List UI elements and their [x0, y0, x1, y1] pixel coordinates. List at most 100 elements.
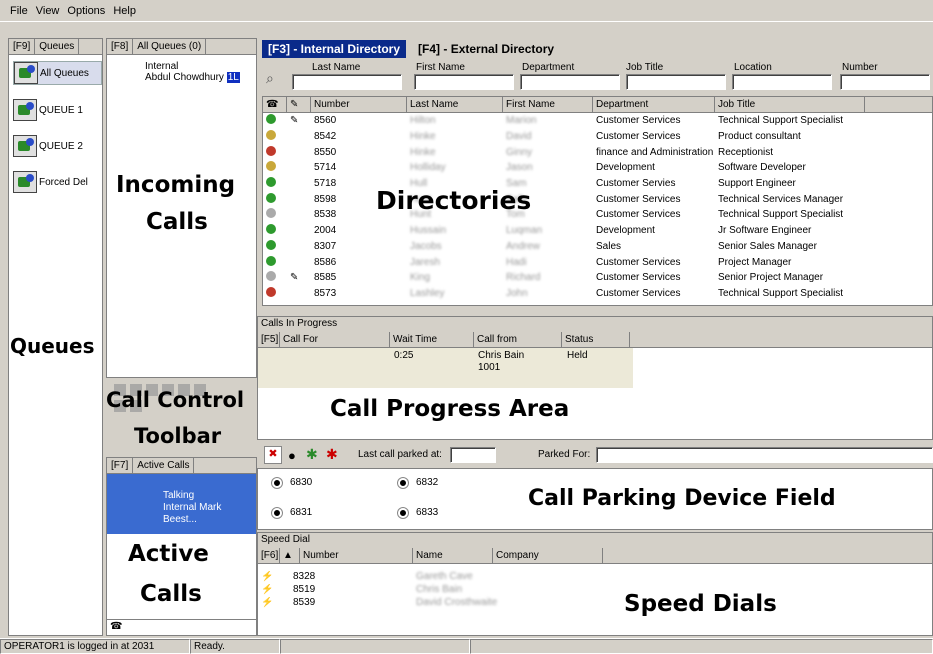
- speed-dial-number: 8539: [293, 597, 316, 608]
- col-call-for[interactable]: Call For: [280, 332, 390, 347]
- col-department[interactable]: Department: [593, 97, 715, 112]
- status-icon: [263, 286, 287, 300]
- active-calls-tab-key[interactable]: [F7]: [107, 458, 134, 473]
- incoming-call-item[interactable]: Internal Abdul Chowdhury 1L: [107, 55, 256, 83]
- last-name-input[interactable]: [292, 74, 402, 90]
- park-call-icon[interactable]: ●: [288, 448, 296, 463]
- search-icon[interactable]: ⌕: [266, 70, 274, 87]
- park-green-icon[interactable]: ✱: [306, 446, 318, 463]
- cell-job-title: Technical Support Specialist: [718, 287, 844, 299]
- col-job-title[interactable]: Job Title: [715, 97, 865, 112]
- park-device-6833[interactable]: 6833: [398, 507, 438, 518]
- col-first-name[interactable]: First Name: [503, 97, 593, 112]
- park-red-icon[interactable]: ✱: [326, 446, 338, 463]
- cell-department: Customer Services: [596, 115, 681, 127]
- col-speed-name[interactable]: Name: [413, 548, 493, 563]
- table-row[interactable]: 8538 Hunt Tom Customer Services Technical Su…: [263, 207, 932, 223]
- table-row[interactable]: ✎ 8585 King Richard Customer Services Senior …: [263, 270, 932, 286]
- status-icon: [263, 208, 287, 221]
- cell-number: 8573: [314, 287, 337, 299]
- park-device-6830[interactable]: 6830: [272, 477, 312, 488]
- tab-external-directory[interactable]: [F4] - External Directory: [412, 40, 560, 58]
- parking-grid-icon[interactable]: ✖: [264, 446, 282, 464]
- call-progress-overlay-label: Call Progress Area: [330, 396, 570, 422]
- col-notes-icon[interactable]: ✎: [287, 97, 311, 112]
- cell-job-title: Senior Project Manager: [718, 272, 824, 284]
- queues-header: [F9] Queues: [9, 39, 102, 55]
- col-wait-time[interactable]: Wait Time: [390, 332, 474, 347]
- notes-icon: ✎: [290, 272, 299, 284]
- tab-internal-directory[interactable]: [F3] - Internal Directory: [262, 40, 407, 58]
- active-calls-overlay-line2: Calls: [140, 581, 202, 607]
- active-call-item[interactable]: Talking Internal Mark Beest...: [107, 474, 256, 534]
- col-number[interactable]: Number: [311, 97, 407, 112]
- cell-first-name: Andrew: [506, 240, 540, 252]
- active-calls-tab-label[interactable]: Active Calls: [133, 458, 195, 473]
- col-status-icon[interactable]: ☎: [263, 97, 287, 112]
- col-speed-company[interactable]: Company: [493, 548, 603, 563]
- incoming-tab-label[interactable]: All Queues (0): [133, 39, 207, 54]
- incoming-tab-key[interactable]: [F8]: [107, 39, 134, 54]
- table-row[interactable]: 8598 Hunt Sally Customer Services Technical …: [263, 191, 932, 207]
- col-sort-icon[interactable]: ▲: [280, 548, 300, 563]
- table-row[interactable]: 2004 Hussain Luqman Development Jr Software …: [263, 223, 932, 239]
- job-title-input[interactable]: [626, 74, 726, 90]
- queues-tab-key[interactable]: [F9]: [9, 39, 36, 54]
- table-row[interactable]: 8542 Hinke David Customer Services Product c…: [263, 129, 932, 145]
- table-row[interactable]: 8550 Hinke Ginny finance and Administration…: [263, 144, 932, 160]
- cell-job-title: Support Engineer: [718, 178, 796, 190]
- col-last-name[interactable]: Last Name: [407, 97, 503, 112]
- col-progress-key[interactable]: [F5]: [258, 332, 280, 347]
- cell-number: 8307: [314, 240, 337, 252]
- list-item[interactable]: ⚡ 8519 Chris Bain: [258, 583, 932, 596]
- col-call-from[interactable]: Call from: [474, 332, 562, 347]
- speed-dial-rows: ⚡ 8328 Gareth Cave ⚡ 8519 Chris Bain ⚡ 8539 Davi…: [258, 564, 932, 609]
- incoming-caller-name: Abdul Chowdhury: [145, 72, 224, 83]
- first-name-input[interactable]: [414, 74, 514, 90]
- table-row[interactable]: ✎ 8560 Hilton Marion Customer Services Techni…: [263, 113, 932, 129]
- list-item[interactable]: ⚡ 8539 David Crosthwaite: [258, 596, 932, 609]
- col-status[interactable]: Status: [562, 332, 630, 347]
- table-row[interactable]: 8307 Jacobs Andrew Sales Senior Sales Manage…: [263, 239, 932, 255]
- table-row[interactable]: 5714 Holliday Jason Development Software Dev…: [263, 160, 932, 176]
- queue-label: QUEUE 2: [39, 140, 83, 152]
- status-icon: [263, 130, 287, 143]
- speed-dial-number: 8328: [293, 571, 316, 582]
- list-item[interactable]: ⚡ 8328 Gareth Cave: [258, 570, 932, 583]
- department-input[interactable]: [520, 74, 620, 90]
- table-row[interactable]: 5718 Hull Sam Customer Servies Support Engin…: [263, 176, 932, 192]
- status-icon: [263, 224, 287, 237]
- queues-tab-label[interactable]: Queues: [35, 39, 80, 54]
- status-empty-1: [280, 639, 470, 654]
- progress-row[interactable]: 0:25 Chris Bain 1001 Held: [258, 348, 633, 388]
- cell-last-name: Jacobs: [410, 240, 442, 252]
- table-row[interactable]: 8573 Lashley John Customer Services Technica…: [263, 286, 932, 302]
- col-speed-number[interactable]: Number: [300, 548, 413, 563]
- incoming-overlay-line2: Calls: [146, 209, 208, 235]
- menu-view[interactable]: View: [36, 5, 60, 17]
- queue-item-2[interactable]: QUEUE 2: [13, 135, 102, 157]
- cell-number: 8560: [314, 115, 337, 127]
- queue-item-1[interactable]: QUEUE 1: [13, 99, 102, 121]
- cell-last-name: Jaresh: [410, 256, 441, 268]
- table-row[interactable]: 8586 Jaresh Hadi Customer Services Project M…: [263, 254, 932, 270]
- queue-item-forced-del[interactable]: Forced Del: [13, 171, 102, 193]
- incoming-badge: 1L: [226, 72, 240, 83]
- progress-status: Held: [567, 350, 588, 361]
- speed-dial-panel: Speed Dial [F6] ▲ Number Name Company ⚡ 8…: [257, 532, 933, 636]
- status-bar: OPERATOR1 is logged in at 2031 Ready.: [0, 638, 933, 654]
- queue-item-all[interactable]: All Queues: [13, 61, 102, 85]
- park-device-6832[interactable]: 6832: [398, 477, 438, 488]
- queue-label: Forced Del: [39, 176, 88, 188]
- menu-file[interactable]: File: [10, 5, 28, 17]
- directory-tabs: [F3] - Internal Directory [F4] - Externa…: [262, 40, 560, 58]
- speed-dial-name: David Crosthwaite: [416, 597, 498, 608]
- park-device-6831[interactable]: 6831: [272, 507, 312, 518]
- menu-help[interactable]: Help: [113, 5, 136, 17]
- number-input[interactable]: [840, 74, 930, 90]
- menu-options[interactable]: Options: [67, 5, 105, 17]
- col-speed-key[interactable]: [F6]: [258, 548, 280, 563]
- cell-job-title: Software Developer: [718, 162, 806, 174]
- location-input[interactable]: [732, 74, 832, 90]
- parked-for-field: [596, 447, 933, 463]
